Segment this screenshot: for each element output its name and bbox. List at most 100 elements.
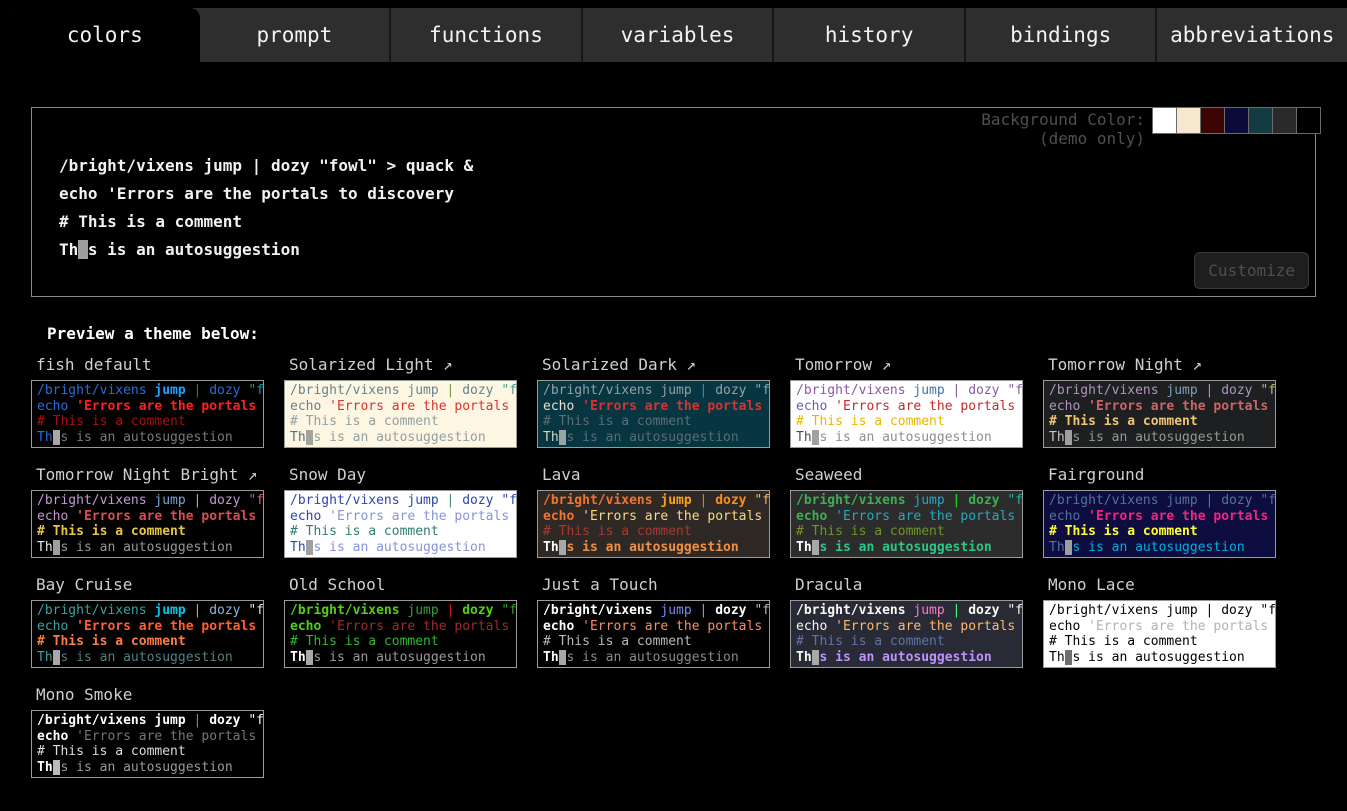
token-error: 'Errors are the portals to discovery — [107, 184, 454, 203]
theme-card-fairground[interactable]: Fairground/bright/vixens jump | dozy "fo… — [1043, 465, 1276, 558]
token-suggestion: s is an autosuggestion — [60, 760, 232, 775]
theme-card-mono-lace[interactable]: Mono Lace/bright/vixens jump | dozy "fow… — [1043, 575, 1276, 668]
token-suggestion: s is an autosuggestion — [313, 650, 485, 665]
token-suggestion: s is an autosuggestion — [566, 430, 738, 445]
theme-preview-solarized-light[interactable]: /bright/vixens jump | dozy "fowl" > quac… — [284, 380, 517, 448]
theme-card-mono-smoke[interactable]: Mono Smoke/bright/vixens jump | dozy "fo… — [31, 685, 264, 778]
token-path: /bright/vixens — [37, 493, 154, 508]
theme-preview-fish-default[interactable]: /bright/vixens jump | dozy "fowl" > quac… — [31, 380, 264, 448]
sample-line-4: This is an autosuggestion — [543, 650, 764, 666]
sample-line-2: echo 'Errors are the portals to discover… — [59, 180, 1315, 208]
token-pipe: | — [194, 383, 210, 398]
tab-functions[interactable]: functions — [389, 8, 581, 62]
token-input: Th — [1049, 430, 1065, 445]
background-swatch-5[interactable] — [1248, 107, 1273, 134]
theme-card-seaweed[interactable]: Seaweed/bright/vixens jump | dozy "fowl"… — [790, 465, 1023, 558]
theme-title-tomorrow: Tomorrow ↗ — [795, 355, 1023, 374]
token-dozy: dozy — [462, 383, 501, 398]
token-input: Th — [796, 540, 812, 555]
theme-preview-seaweed[interactable]: /bright/vixens jump | dozy "fowl" > quac… — [790, 490, 1023, 558]
theme-card-lava[interactable]: Lava/bright/vixens jump | dozy "fowl" > … — [537, 465, 770, 558]
tab-abbreviations[interactable]: abbreviations — [1155, 8, 1347, 62]
theme-preview-dracula[interactable]: /bright/vixens jump | dozy "fowl" > quac… — [790, 600, 1023, 668]
theme-card-tomorrow-night[interactable]: Tomorrow Night ↗/bright/vixens jump | do… — [1043, 355, 1276, 448]
theme-card-just-a-touch[interactable]: Just a Touch/bright/vixens jump | dozy "… — [537, 575, 770, 668]
theme-card-bay-cruise[interactable]: Bay Cruise/bright/vixens jump | dozy "fo… — [31, 575, 264, 668]
token-pipe: | — [194, 603, 210, 618]
theme-preview-just-a-touch[interactable]: /bright/vixens jump | dozy "fowl" > quac… — [537, 600, 770, 668]
token-dozy: dozy — [968, 493, 1007, 508]
theme-preview-bay-cruise[interactable]: /bright/vixens jump | dozy "fowl" > quac… — [31, 600, 264, 668]
token-suggestion: s is an autosuggestion — [60, 430, 232, 445]
background-color-label-line2: (demo only) — [981, 129, 1145, 148]
theme-preview-tomorrow-night-bright[interactable]: /bright/vixens jump | dozy "fowl" > quac… — [31, 490, 264, 558]
token-input: Th — [543, 540, 559, 555]
background-swatch-1[interactable] — [1152, 107, 1177, 134]
theme-card-tomorrow[interactable]: Tomorrow ↗ /bright/vixens jump | dozy "fo… — [790, 355, 1023, 448]
token-quote: "fowl" — [501, 493, 517, 508]
customize-button[interactable]: Customize — [1194, 252, 1309, 289]
sample-line-4: This is an autosuggestion — [59, 236, 1315, 264]
tab-bindings[interactable]: bindings — [964, 8, 1156, 62]
theme-preview-old-school[interactable]: /bright/vixens jump | dozy "fowl" > quac… — [284, 600, 517, 668]
token-pipe: | — [447, 383, 463, 398]
theme-preview-mono-lace[interactable]: /bright/vixens jump | dozy "fowl" > quac… — [1043, 600, 1276, 668]
token-comment: # This is a comment — [543, 634, 692, 649]
tab-prompt[interactable]: prompt — [200, 8, 390, 62]
theme-preview-tomorrow[interactable]: /bright/vixens jump | dozy "fowl" > quac… — [790, 380, 1023, 448]
theme-preview-solarized-dark[interactable]: /bright/vixens jump | dozy "fowl" > quac… — [537, 380, 770, 448]
background-swatch-6[interactable] — [1272, 107, 1297, 134]
token-input: Th — [796, 650, 812, 665]
theme-card-tomorrow-night-bright[interactable]: Tomorrow Night Bright ↗/bright/vixens ju… — [31, 465, 264, 558]
token-path: /bright/vixens — [543, 493, 660, 508]
token-echo: echo — [37, 399, 76, 414]
token-path: /bright/vixens — [543, 603, 660, 618]
token-dozy: dozy — [715, 383, 754, 398]
theme-preview-tomorrow-night[interactable]: /bright/vixens jump | dozy "fowl" > quac… — [1043, 380, 1276, 448]
background-swatch-7[interactable] — [1296, 107, 1321, 134]
tab-variables[interactable]: variables — [581, 8, 773, 62]
theme-card-solarized-dark[interactable]: Solarized Dark ↗/bright/vixens jump | do… — [537, 355, 770, 448]
token-echo: echo — [543, 619, 582, 634]
token-comment: # This is a comment — [290, 524, 439, 539]
sample-line-2: echo 'Errors are the portals to discover… — [37, 619, 258, 635]
background-swatch-3[interactable] — [1200, 107, 1225, 134]
token-pipe: | — [1206, 603, 1222, 618]
token-pipe: | — [1206, 493, 1222, 508]
theme-preview-snow-day[interactable]: /bright/vixens jump | dozy "fowl" > quac… — [284, 490, 517, 558]
token-dozy: dozy — [462, 603, 501, 618]
token-param: jump — [154, 493, 193, 508]
sample-line-1: /bright/vixens jump | dozy "fowl" > quac… — [290, 493, 511, 509]
theme-card-dracula[interactable]: Dracula/bright/vixens jump | dozy "fowl"… — [790, 575, 1023, 668]
theme-preview-lava[interactable]: /bright/vixens jump | dozy "fowl" > quac… — [537, 490, 770, 558]
theme-card-solarized-light[interactable]: Solarized Light ↗/bright/vixens jump | d… — [284, 355, 517, 448]
sample-line-3: # This is a comment — [37, 524, 258, 540]
background-swatch-4[interactable] — [1224, 107, 1249, 134]
token-echo: echo — [37, 729, 76, 744]
token-echo: echo — [290, 399, 329, 414]
theme-preview-mono-smoke[interactable]: /bright/vixens jump | dozy "fowl" > quac… — [31, 710, 264, 778]
token-error: 'Errors are the portals to discovery — [1088, 399, 1276, 414]
token-input: Th — [37, 760, 53, 775]
sample-line-1: /bright/vixens jump | dozy "fowl" > quac… — [37, 383, 258, 399]
token-comment: # This is a comment — [37, 744, 186, 759]
token-param: jump — [407, 603, 446, 618]
theme-card-old-school[interactable]: Old School/bright/vixens jump | dozy "fo… — [284, 575, 517, 668]
sample-line-4: This is an autosuggestion — [796, 430, 1017, 446]
sample-line-1: /bright/vixens jump | dozy "fowl" > quac… — [796, 603, 1017, 619]
sample-line-3: # This is a comment — [37, 634, 258, 650]
token-quote: "fowl" — [1260, 493, 1276, 508]
tab-colors[interactable]: colors — [10, 8, 200, 62]
theme-card-snow-day[interactable]: Snow Day/bright/vixens jump | dozy "fowl… — [284, 465, 517, 558]
tab-history[interactable]: history — [772, 8, 964, 62]
token-pipe: | — [194, 493, 210, 508]
theme-title-seaweed: Seaweed — [795, 465, 1023, 484]
token-pipe: | — [700, 383, 716, 398]
theme-card-fish-default[interactable]: fish default/bright/vixens jump | dozy "… — [31, 355, 264, 448]
theme-preview-fairground[interactable]: /bright/vixens jump | dozy "fowl" > quac… — [1043, 490, 1276, 558]
token-echo: echo — [796, 399, 835, 414]
sample-line-1: /bright/vixens jump | dozy "fowl" > quac… — [796, 383, 1017, 399]
token-suggestion: s is an autosuggestion — [60, 650, 232, 665]
sample-line-3: # This is a comment — [37, 414, 258, 430]
background-swatch-2[interactable] — [1176, 107, 1201, 134]
